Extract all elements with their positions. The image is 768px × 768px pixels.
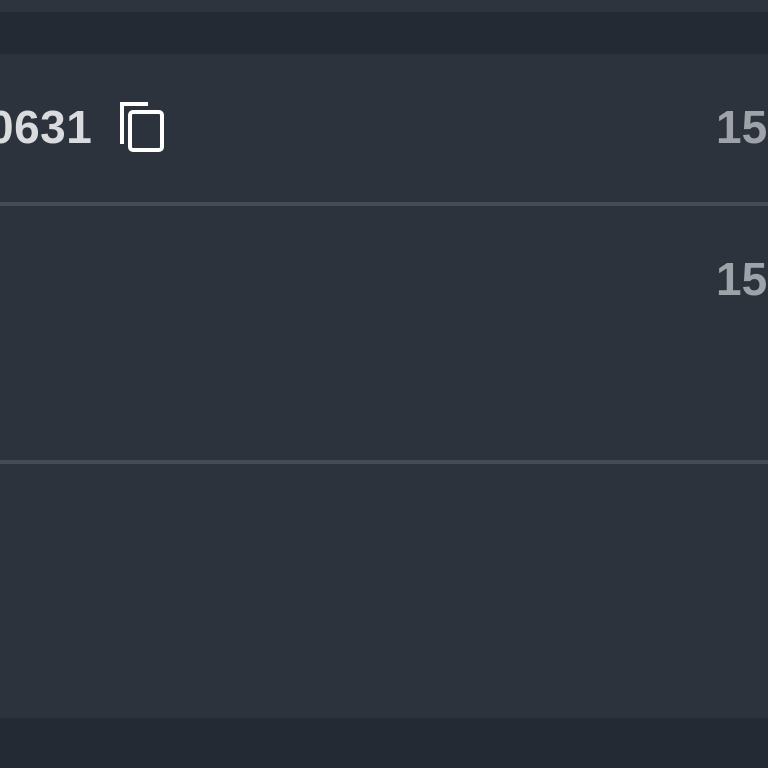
copy-icon: [120, 102, 164, 152]
row-value-text: 15: [716, 253, 768, 305]
table-footer-bar: [0, 718, 768, 768]
table-row[interactable]: [0, 464, 768, 718]
row-id-text: 0631: [0, 101, 93, 153]
table-row[interactable]: [0, 206, 768, 460]
copy-button[interactable]: [116, 98, 172, 156]
top-strip: [0, 0, 768, 12]
table-header-bar: [0, 12, 768, 54]
row-value-text: 15: [716, 101, 768, 153]
